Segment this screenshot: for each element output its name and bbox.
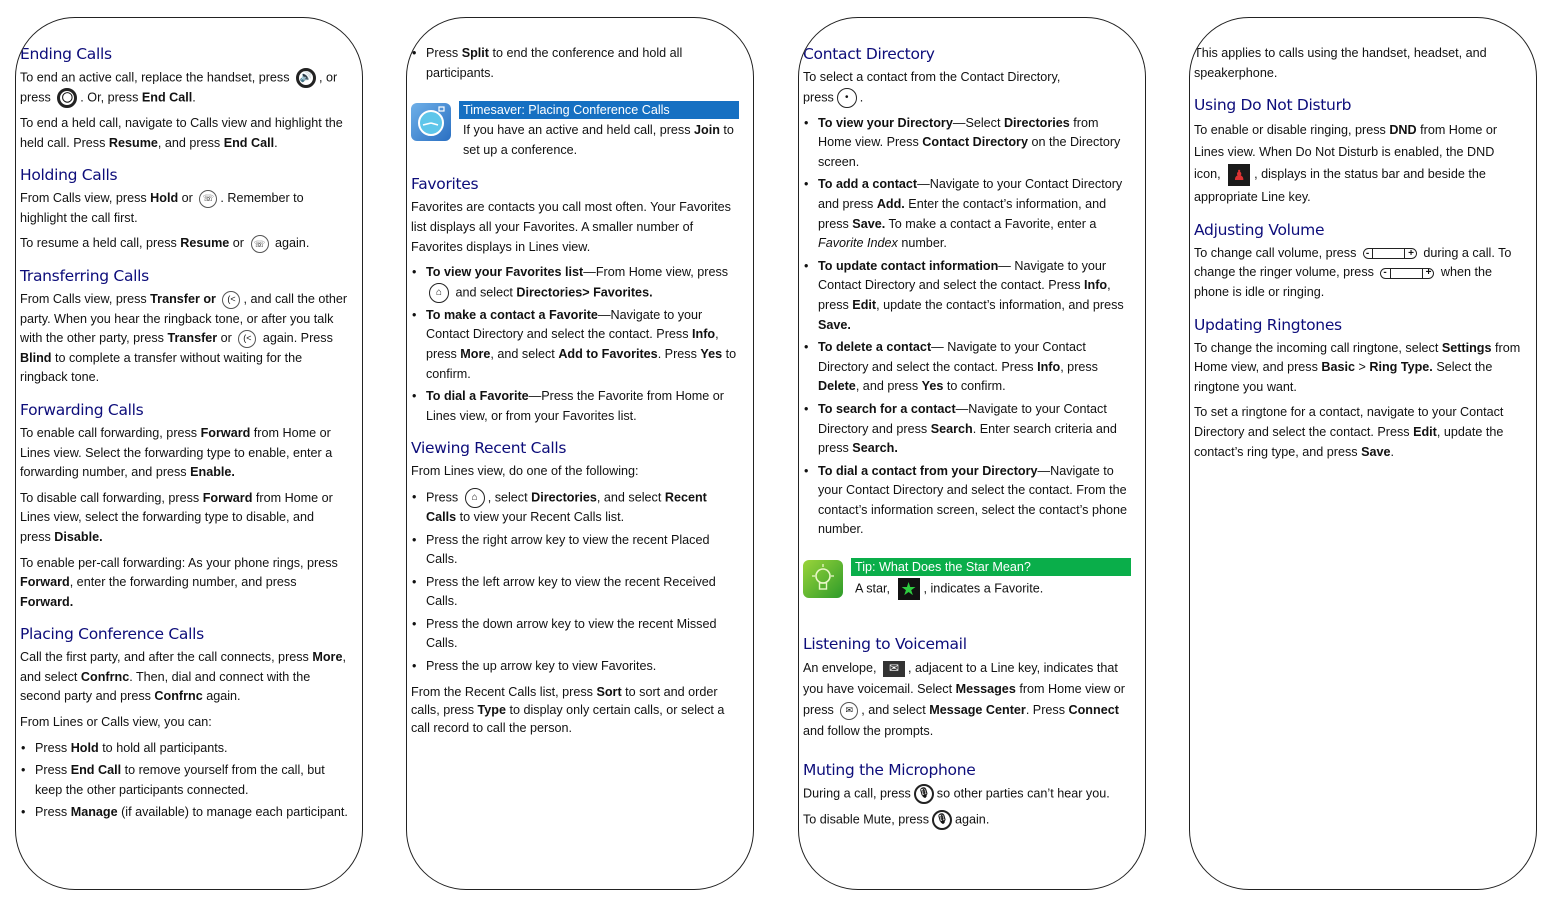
list-item: To dial a Favorite—Press the Favorite fr… (411, 387, 739, 426)
hold-icon: ☏ (199, 189, 218, 208)
list-item: Press the left arrow key to view the rec… (411, 573, 739, 612)
dnd-text: To enable or disable ringing, press DND … (1194, 123, 1498, 204)
list-item: To view your Favorites list—From Home vi… (411, 263, 739, 303)
list-item: Press Manage (if available) to manage ea… (20, 803, 348, 823)
heading-mute: Muting the Microphone (803, 761, 976, 780)
ending-calls-p1: To end an active call, replace the hands… (20, 68, 348, 108)
ringtones-p1: To change the incoming call ringtone, se… (1194, 340, 1521, 394)
list-item: Press Hold to hold all participants. (20, 739, 348, 759)
list-item: Press Split to end the conference and ho… (411, 44, 739, 83)
transferring-calls-text: From Calls view, press Transfer or (<, a… (20, 290, 348, 385)
home-icon: ⌂ (429, 282, 449, 303)
panel-4: This applies to calls using the handset,… (1189, 17, 1537, 890)
forwarding-p2: To disable call forwarding, press Forwar… (20, 490, 333, 544)
recent-outro: From the Recent Calls list, press Sort t… (411, 684, 725, 735)
star-icon: ★ (897, 578, 920, 601)
panel-1: Ending Calls To end an active call, repl… (15, 17, 363, 890)
contact-list: To view your Directory—Select Directorie… (803, 114, 1131, 540)
list-item: To dial a contact from your Directory—Na… (803, 462, 1131, 540)
holding-calls-p1: From Calls view, press Hold or ☏. Rememb… (20, 189, 304, 225)
heading-dnd: Using Do Not Disturb (1194, 96, 1352, 115)
heading-volume: Adjusting Volume (1194, 220, 1325, 239)
heading-transferring-calls: Transferring Calls (20, 266, 149, 285)
select-button-icon: • (836, 87, 857, 108)
conference-p1: Call the first party, and after the call… (20, 650, 346, 704)
heading-contact-directory: Contact Directory (803, 45, 935, 63)
volume-key-icon: - + (1362, 248, 1417, 260)
list-item: To add a contact—Navigate to your Contac… (803, 175, 1131, 253)
list-item: Press the down arrow key to view the rec… (411, 615, 739, 654)
contact-intro: To select a contact from the Contact Dir… (803, 68, 1131, 108)
transfer-icon: (< (238, 329, 257, 348)
list-item: To view your Directory—Select Directorie… (803, 114, 1131, 173)
list-item: Press End Call to remove yourself from t… (20, 761, 348, 800)
favorites-intro: Favorites are contacts you call most oft… (411, 200, 731, 254)
speaker-icon: 🔊 (296, 68, 317, 88)
ending-calls-p2: To end a held call, navigate to Calls vi… (20, 116, 343, 150)
heading-conference-calls: Placing Conference Calls (20, 625, 204, 644)
ringtones-p2: To set a ringtone for a contact, navigat… (1194, 405, 1504, 459)
split-list: Press Split to end the conference and ho… (411, 44, 739, 83)
panel-2: Press Split to end the conference and ho… (406, 17, 754, 890)
holding-calls-p2: To resume a held call, press Resume or ☏… (20, 234, 348, 254)
mute-p2: To disable Mute, press 🎙 again. (803, 810, 1131, 831)
stopwatch-icon (411, 103, 451, 142)
heading-favorites: Favorites (411, 175, 479, 194)
timesaver-callout: Timesaver: Placing Conference Calls If y… (411, 101, 739, 160)
mute-icon: 🎙 (913, 784, 934, 805)
list-item: Press the up arrow key to view Favorites… (411, 657, 739, 677)
list-item: To make a contact a Favorite—Navigate to… (411, 306, 739, 384)
lightbulb-icon (803, 560, 843, 599)
heading-holding-calls: Holding Calls (20, 166, 118, 185)
volume-text: To change call volume, press - + during a… (1194, 245, 1512, 300)
recent-intro: From Lines view, do one of the following… (411, 464, 639, 479)
forwarding-p3: To enable per-call forwarding: As your p… (20, 555, 338, 609)
list-item: To search for a contact—Navigate to your… (803, 400, 1131, 459)
tip-text: A star, ★, indicates a Favorite. (855, 578, 1044, 601)
heading-forwarding-calls: Forwarding Calls (20, 400, 144, 419)
favorites-list: To view your Favorites list—From Home vi… (411, 263, 739, 426)
voicemail-text: An envelope, ✉, adjacent to a Line key, … (803, 660, 1125, 739)
tip-callout: Tip: What Does the Star Mean? A star, ★,… (803, 558, 1131, 601)
conference-p2: From Lines or Calls view, you can: (20, 715, 212, 730)
transfer-icon: (< (222, 290, 241, 309)
headset-icon: ◯ (57, 88, 78, 108)
list-item: Press ⌂, select Directories, and select … (411, 487, 739, 528)
forwarding-p1: To enable call forwarding, press Forward… (20, 425, 333, 480)
heading-recent-calls: Viewing Recent Calls (411, 439, 567, 458)
envelope-icon: ✉ (883, 660, 906, 677)
mute-icon: 🎙 (932, 810, 952, 831)
hold-icon: ☏ (250, 235, 269, 254)
timesaver-text: If you have an active and held call, pre… (463, 123, 734, 157)
volume-key-icon: - + (1380, 267, 1435, 279)
list-item: To update contact information— Navigate … (803, 257, 1131, 335)
heading-voicemail: Listening to Voicemail (803, 635, 967, 654)
list-item: To delete a contact— Navigate to your Co… (803, 338, 1131, 397)
messages-icon: ✉ (840, 701, 859, 720)
panel-3: Contact Directory To select a contact fr… (798, 17, 1146, 890)
list-item: Press the right arrow key to view the re… (411, 531, 739, 570)
tip-title: Tip: What Does the Star Mean? (851, 558, 1131, 577)
mute-p1: During a call, press 🎙 so other parties ca… (803, 784, 1131, 805)
conference-list: Press Hold to hold all participants. Pre… (20, 739, 348, 823)
panel4-intro: This applies to calls using the handset,… (1194, 46, 1487, 80)
dnd-icon: ♟ (1228, 163, 1251, 186)
timesaver-title: Timesaver: Placing Conference Calls (459, 101, 739, 120)
heading-ending-calls: Ending Calls (20, 45, 112, 63)
recent-list: Press ⌂, select Directories, and select … (411, 487, 739, 677)
heading-ringtones: Updating Ringtones (1194, 315, 1342, 334)
home-icon: ⌂ (464, 487, 485, 508)
